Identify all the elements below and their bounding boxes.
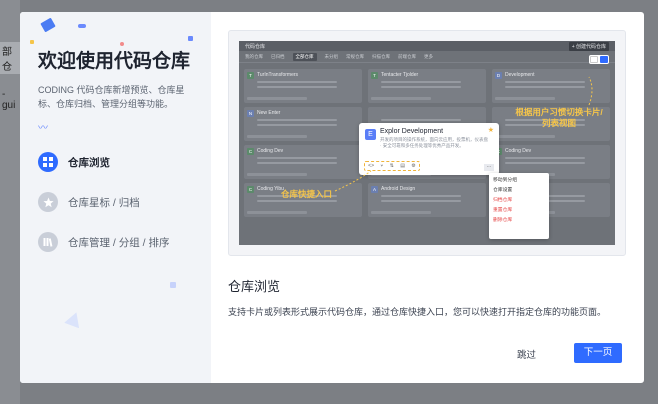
annotation-arrows [334, 76, 593, 192]
grid-icon [38, 152, 58, 172]
nav-label: 仓库星标 / 归档 [68, 196, 140, 209]
star-icon [38, 192, 58, 212]
feature-nav: 仓库浏览 仓库星标 / 归档 仓库管理 / 分组 / 排序 [38, 142, 211, 262]
welcome-title: 欢迎使用代码仓库 [38, 51, 191, 72]
skip-button[interactable]: 跳过 [517, 347, 536, 361]
left-panel: 欢迎使用代码仓库 CODING 代码仓库新增预览、仓库星标、仓库归档、管理分组等… [20, 12, 211, 383]
wave-divider: 〰 [38, 123, 48, 134]
confetti-decoration [188, 36, 193, 41]
confetti-decoration [120, 42, 124, 46]
confetti-decoration [64, 309, 84, 329]
feature-title: 仓库浏览 [228, 279, 281, 294]
nav-item-manage[interactable]: 仓库管理 / 分组 / 排序 [38, 222, 211, 262]
feature-info: 仓库浏览 支持卡片或列表形式展示代码仓库，通过仓库快捷入口，您可以快速打开指定仓… [228, 276, 628, 318]
welcome-description: CODING 代码仓库新增预览、仓库星标、仓库归档、管理分组等功能。 [38, 85, 185, 109]
feature-description: 支持卡片或列表形式展示代码仓库，通过仓库快捷入口，您可以快速打开指定仓库的功能页… [228, 307, 607, 317]
nav-label: 仓库浏览 [68, 156, 110, 169]
background-fragment: 部仓 [0, 42, 20, 74]
next-page-button[interactable]: 下一页 [574, 343, 622, 363]
background-fragment: -gui [2, 89, 16, 111]
confetti-decoration [170, 282, 176, 288]
preview-screenshot: 代码仓库 + 创建代码仓库 我的仓库 已归档 全部仓库 未分组 常规仓库 扫描仓… [239, 41, 615, 245]
confetti-decoration [30, 40, 34, 44]
onboarding-modal: 欢迎使用代码仓库 CODING 代码仓库新增预览、仓库星标、仓库归档、管理分组等… [20, 12, 644, 383]
confetti-decoration [78, 24, 86, 28]
confetti-decoration [40, 17, 56, 33]
nav-label: 仓库管理 / 分组 / 排序 [68, 236, 170, 249]
right-panel: 代码仓库 + 创建代码仓库 我的仓库 已归档 全部仓库 未分组 常规仓库 扫描仓… [211, 12, 644, 383]
background-page: 部仓 -gui [0, 0, 20, 404]
books-icon [38, 232, 58, 252]
nav-item-star-archive[interactable]: 仓库星标 / 归档 [38, 182, 211, 222]
feature-preview: 代码仓库 + 创建代码仓库 我的仓库 已归档 全部仓库 未分组 常规仓库 扫描仓… [228, 30, 626, 256]
nav-item-browse[interactable]: 仓库浏览 [38, 142, 211, 182]
